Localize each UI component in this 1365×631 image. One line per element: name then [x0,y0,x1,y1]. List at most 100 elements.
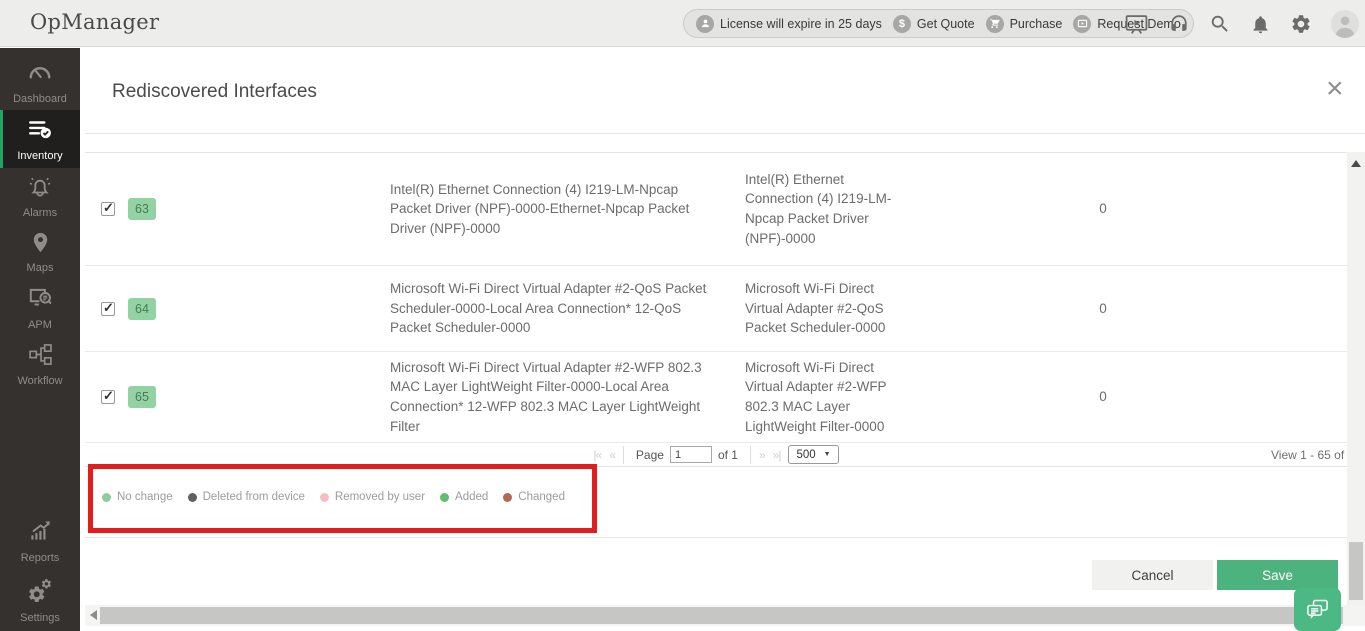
page-number-input[interactable] [669,446,712,463]
legend-item: No change [102,491,173,503]
display-name-cell: Intel(R) Ethernet Connection (4) I219-LM… [745,171,892,246]
sidebar-label: Dashboard [13,93,67,105]
table-row: 65 Microsoft Wi-Fi Direct Virtual Adapte… [85,352,1347,443]
horizontal-scrollbar-thumb[interactable] [100,607,1343,624]
legend-item: Deleted from device [187,491,305,503]
cart-icon [985,14,1004,33]
reports-chart-icon [27,518,53,549]
status-dot [102,492,111,502]
sidebar-item-settings[interactable]: Settings [0,571,80,631]
interface-name-cell: Intel(R) Ethernet Connection (4) I219-LM… [390,181,690,236]
horizontal-scrollbar[interactable] [85,605,1365,626]
row-checkbox[interactable] [101,200,115,216]
gears-icon [27,578,53,609]
close-icon[interactable]: × [1326,74,1344,104]
sidebar-label: APM [28,319,52,331]
sidebar-item-maps[interactable]: Maps [0,224,80,280]
chevron-down-icon: ▼ [823,451,831,458]
legend-item: Removed by user [319,491,426,503]
notifications-bell-icon[interactable] [1250,14,1271,35]
purchase-link[interactable]: Purchase [985,14,1063,33]
sidebar-label: Maps [26,261,54,274]
save-button[interactable]: Save [1217,560,1338,590]
sidebar-item-reports[interactable]: Reports [0,511,80,571]
license-notice-text: License will expire in 25 days [720,16,882,31]
get-quote-label: Get Quote [916,16,975,31]
gauge-icon [27,59,53,90]
sidebar-item-inventory[interactable]: Inventory [0,110,80,168]
pagination-bar: |« « Page of 1 » »| 500 ▼ [85,443,1347,467]
apm-monitor-icon [27,285,53,316]
search-icon[interactable] [1209,13,1231,35]
row-checkbox[interactable] [101,300,115,316]
table-row: 64 Microsoft Wi-Fi Direct Virtual Adapte… [85,266,1347,352]
app-logo[interactable]: OpManager [30,10,159,34]
status-dot [187,492,197,502]
license-pill: License will expire in 25 days $ Get Quo… [683,9,1194,38]
status-dot [319,492,329,502]
table-row: 63 Intel(R) Ethernet Connection (4) I219… [85,153,1347,266]
divider [85,133,1365,134]
chat-button[interactable] [1294,588,1341,631]
status-dot [503,492,513,502]
prev-page-icon[interactable]: « [609,448,616,462]
purchase-label: Purchase [1009,16,1063,31]
page-size-select[interactable]: 500 ▼ [788,445,839,464]
alarm-bell-icon [27,173,53,204]
get-quote-link[interactable]: $ Get Quote [892,14,975,33]
sidebar-item-alarms[interactable]: Alarms [0,168,80,224]
legend-label: Added [455,491,489,503]
chat-bubbles-icon [1304,596,1331,623]
index-badge: 64 [128,297,156,320]
legend-label: Changed [518,491,565,503]
divider [85,537,1365,538]
last-page-icon[interactable]: »| [773,448,782,462]
demo-video-icon [1073,14,1092,33]
license-notice: License will expire in 25 days [696,14,882,33]
sidebar-label: Inventory [17,150,63,162]
value-cell: 0 [1099,300,1107,316]
top-header: OpManager License will expire in 25 days… [0,0,1365,47]
cancel-button[interactable]: Cancel [1092,560,1213,590]
page-label: Page [635,447,664,462]
legend-item: Changed [503,491,565,503]
sidebar-item-apm[interactable]: APM [0,280,80,336]
presentation-icon[interactable] [1124,12,1149,37]
display-name-cell: Microsoft Wi-Fi Direct Virtual Adapter #… [745,281,886,336]
page-size-value: 500 [796,448,816,461]
interface-name-cell: Microsoft Wi-Fi Direct Virtual Adapter #… [390,359,702,434]
topbar-icons [1124,9,1359,39]
sidebar-label: Settings [20,612,60,624]
scroll-left-icon[interactable] [90,610,97,620]
sidebar-label: Alarms [22,207,58,219]
legend-label: Deleted from device [202,491,305,503]
avatar[interactable] [1331,10,1359,38]
sidebar-item-dashboard[interactable]: Dashboard [0,54,80,110]
vertical-scrollbar-thumb[interactable] [1349,542,1363,600]
dollar-icon: $ [892,14,911,33]
headset-icon[interactable] [1168,13,1190,35]
row-checkbox[interactable] [101,388,115,404]
settings-gear-icon[interactable] [1290,13,1312,35]
sidebar-item-workflow[interactable]: Workflow [0,336,80,392]
sidebar-label: Reports [20,552,60,564]
index-badge: 63 [128,198,156,220]
page-of-label: of 1 [717,447,738,462]
status-legend: No change Deleted from device Removed by… [102,491,565,503]
legend-label: No change [117,491,173,503]
rediscovered-interfaces-table: 63 Intel(R) Ethernet Connection (4) I219… [85,153,1347,443]
page-title: Rediscovered Interfaces [112,81,317,102]
inventory-list-icon [27,116,53,147]
workflow-icon [28,342,53,372]
sidebar: Dashboard Inventory Alarms Maps APM Work… [0,48,80,631]
first-page-icon[interactable]: |« [593,448,602,462]
next-page-icon[interactable]: » [759,448,766,462]
license-user-icon [696,14,714,33]
display-name-cell: Microsoft Wi-Fi Direct Virtual Adapter #… [745,359,887,434]
scroll-up-icon[interactable] [1351,160,1361,167]
vertical-scrollbar[interactable] [1347,152,1365,626]
active-indicator [0,110,3,168]
value-cell: 0 [1099,389,1107,405]
legend-label: Removed by user [334,491,426,503]
